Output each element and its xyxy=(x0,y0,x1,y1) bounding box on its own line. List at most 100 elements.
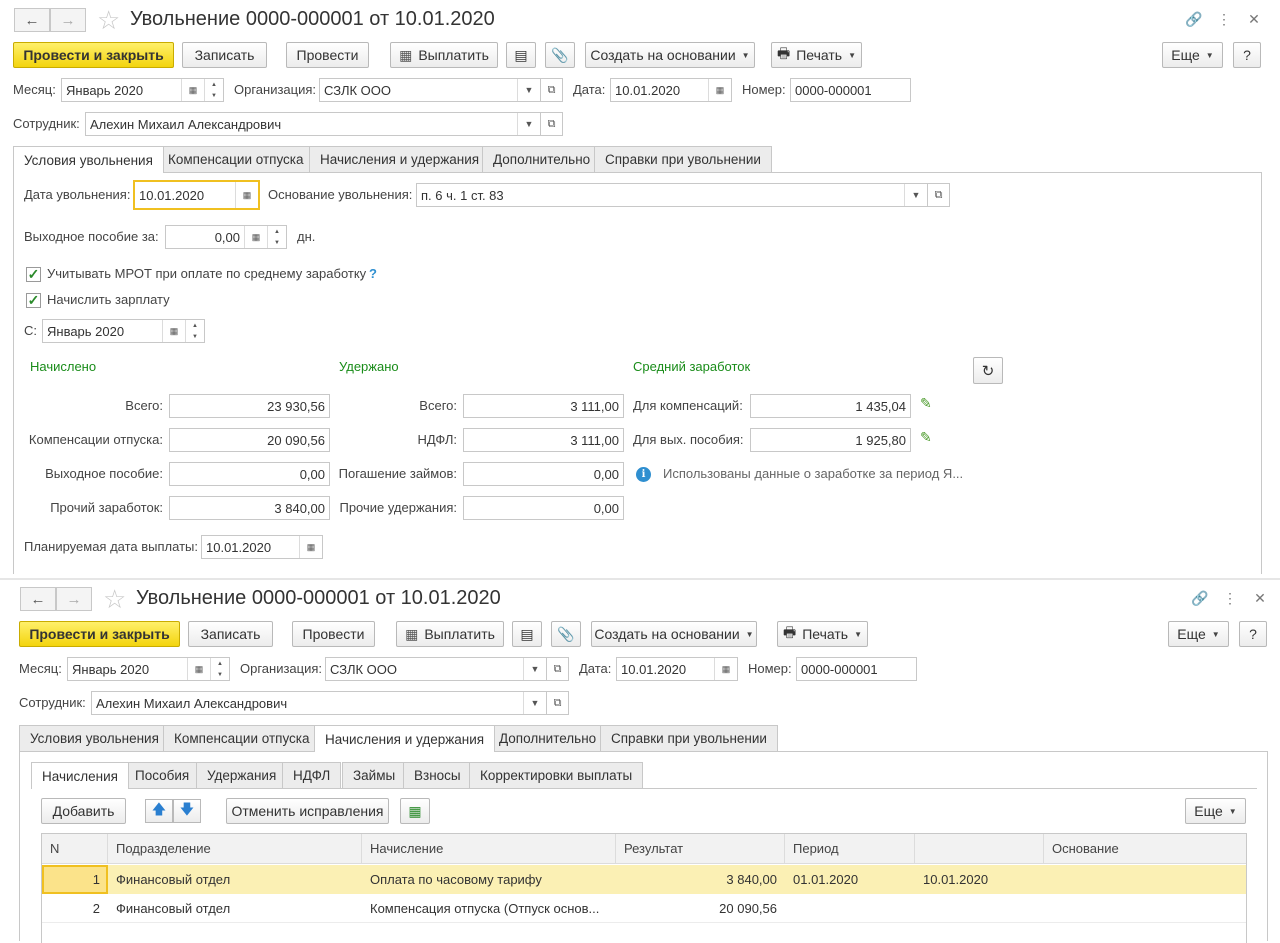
open-icon[interactable]: ⧉ xyxy=(541,78,563,102)
loans-field[interactable]: 0,00 xyxy=(463,462,624,486)
cell-n[interactable]: 1 xyxy=(42,865,108,894)
move-up-button[interactable]: 🡅 xyxy=(145,799,173,823)
month-stepper[interactable]: ▲ ▼ xyxy=(210,658,229,680)
withheld-total-field[interactable]: 3 111,00 xyxy=(463,394,624,418)
edit-pencil-icon[interactable]: ✎ xyxy=(920,395,932,412)
month-field[interactable]: Январь 2020 ▦ ▲ ▼ xyxy=(67,657,230,681)
cell-period[interactable] xyxy=(785,894,915,923)
cell-accrual[interactable]: Компенсация отпуска (Отпуск основ... xyxy=(362,894,616,923)
more-button[interactable]: Еще ▼ xyxy=(1168,621,1229,647)
org-field[interactable]: СЗЛК ООО ▼ xyxy=(319,78,541,102)
pay-button[interactable]: ▦ Выплатить xyxy=(390,42,498,68)
refresh-button[interactable]: ↻ xyxy=(973,357,1003,384)
post-button[interactable]: Провести xyxy=(292,621,375,647)
dropdown-icon[interactable]: ▼ xyxy=(517,79,540,101)
severance-days-field[interactable]: 0,00 ▦ ▲ ▼ xyxy=(165,225,287,249)
create-based-button[interactable]: Создать на основании ▼ xyxy=(591,621,757,647)
tab-additional[interactable]: Дополнительно xyxy=(482,146,602,172)
avg-sev-field[interactable]: 1 925,80 xyxy=(750,428,911,452)
table-row[interactable]: 1 Финансовый отдел Оплата по часовому та… xyxy=(42,865,1246,894)
vac-comp-field[interactable]: 20 090,56 xyxy=(169,428,330,452)
col-result[interactable]: Результат xyxy=(616,834,785,864)
print-button[interactable]: 🖶 Печать ▼ xyxy=(777,621,868,647)
cell-result[interactable]: 3 840,00 xyxy=(616,865,785,894)
employee-field[interactable]: Алехин Михаил Александрович ▼ xyxy=(91,691,547,715)
number-field[interactable]: 0000-000001 xyxy=(790,78,911,102)
link-icon[interactable]: 🔗 xyxy=(1190,588,1210,608)
col-n[interactable]: N xyxy=(42,834,108,864)
pay-button[interactable]: ▦ Выплатить xyxy=(396,621,504,647)
post-and-close-button[interactable]: Провести и закрыть xyxy=(13,42,174,68)
cell-department[interactable]: Финансовый отдел xyxy=(108,865,362,894)
ndfl-field[interactable]: 3 111,00 xyxy=(463,428,624,452)
col-period[interactable]: Период xyxy=(785,834,915,864)
create-based-button[interactable]: Создать на основании ▼ xyxy=(585,42,755,68)
cancel-corrections-button[interactable]: Отменить исправления xyxy=(226,798,389,824)
calendar-icon[interactable]: ▦ xyxy=(162,320,185,342)
cell-period-end[interactable] xyxy=(915,894,1044,923)
subtab-accruals[interactable]: Начисления xyxy=(31,762,129,789)
save-button[interactable]: Записать xyxy=(182,42,267,68)
table-row[interactable]: 2 Финансовый отдел Компенсация отпуска (… xyxy=(42,894,1246,923)
edit-pencil-icon[interactable]: ✎ xyxy=(920,429,932,446)
calendar-icon[interactable]: ▦ xyxy=(181,79,204,101)
col-accrual[interactable]: Начисление xyxy=(362,834,616,864)
back-button[interactable]: ← xyxy=(14,8,50,32)
tab-conditions[interactable]: Условия увольнения xyxy=(13,146,164,173)
from-month-field[interactable]: Январь 2020 ▦ ▲ ▼ xyxy=(42,319,205,343)
calendar-icon[interactable]: ▦ xyxy=(235,182,258,208)
calculator-icon[interactable]: ▦ xyxy=(244,226,267,248)
post-button[interactable]: Провести xyxy=(286,42,369,68)
subtab-contributions[interactable]: Взносы xyxy=(403,762,472,788)
dropdown-icon[interactable]: ▼ xyxy=(517,113,540,135)
tab-additional[interactable]: Дополнительно xyxy=(488,725,608,751)
month-stepper[interactable]: ▲ ▼ xyxy=(204,79,223,101)
open-icon[interactable]: ⧉ xyxy=(541,112,563,136)
avg-comp-field[interactable]: 1 435,04 xyxy=(750,394,911,418)
avg-info-link[interactable]: Использованы данные о заработке за перио… xyxy=(663,462,963,486)
help-button[interactable]: ? xyxy=(1239,621,1267,647)
cell-basis[interactable] xyxy=(1044,894,1246,923)
calendar-icon[interactable]: ▦ xyxy=(187,658,210,680)
close-icon[interactable]: ✕ xyxy=(1250,588,1270,608)
forward-button[interactable]: → xyxy=(50,8,86,32)
tab-certificates[interactable]: Справки при увольнении xyxy=(594,146,772,172)
tab-accruals-deductions[interactable]: Начисления и удержания xyxy=(309,146,491,172)
dropdown-icon[interactable]: ▼ xyxy=(523,692,546,714)
ledger-button[interactable]: ▤ xyxy=(512,621,542,647)
number-field[interactable]: 0000-000001 xyxy=(796,657,917,681)
severance-pay-field[interactable]: 0,00 xyxy=(169,462,330,486)
employee-field[interactable]: Алехин Михаил Александрович ▼ xyxy=(85,112,541,136)
cell-department[interactable]: Финансовый отдел xyxy=(108,894,362,923)
tab-certificates[interactable]: Справки при увольнении xyxy=(600,725,778,751)
accrued-total-field[interactable]: 23 930,56 xyxy=(169,394,330,418)
ledger-button[interactable]: ▤ xyxy=(506,42,536,68)
print-button[interactable]: 🖶 Печать ▼ xyxy=(771,42,862,68)
add-button[interactable]: Добавить xyxy=(41,798,126,824)
subtab-loans[interactable]: Займы xyxy=(342,762,407,788)
severance-stepper[interactable]: ▲ ▼ xyxy=(267,226,286,248)
dropdown-icon[interactable]: ▼ xyxy=(904,184,927,206)
accrue-salary-checkbox[interactable]: ✓ xyxy=(26,293,41,308)
cell-basis[interactable] xyxy=(1044,865,1246,894)
close-icon[interactable]: ✕ xyxy=(1244,9,1264,29)
cell-n[interactable]: 2 xyxy=(42,894,108,923)
calendar-icon[interactable]: ▦ xyxy=(299,536,322,558)
more-vertical-icon[interactable]: ⋮ xyxy=(1220,588,1240,608)
dropdown-icon[interactable]: ▼ xyxy=(523,658,546,680)
col-period-end[interactable] xyxy=(915,834,1044,864)
open-icon[interactable]: ⧉ xyxy=(928,183,950,207)
attach-button[interactable]: 📎 xyxy=(545,42,575,68)
tab-vacation-compensation[interactable]: Компенсации отпуска xyxy=(163,725,321,751)
calendar-icon[interactable]: ▦ xyxy=(714,658,737,680)
cell-accrual[interactable]: Оплата по часовому тарифу xyxy=(362,865,616,894)
more-vertical-icon[interactable]: ⋮ xyxy=(1214,9,1234,29)
dismissal-date-field[interactable]: 10.01.2020 ▦ xyxy=(133,180,260,210)
table-settings-button[interactable]: ▦ xyxy=(400,798,430,824)
more-button[interactable]: Еще ▼ xyxy=(1162,42,1223,68)
link-icon[interactable]: 🔗 xyxy=(1184,9,1204,29)
open-icon[interactable]: ⧉ xyxy=(547,657,569,681)
grid-more-button[interactable]: Еще ▼ xyxy=(1185,798,1246,824)
cell-period-end[interactable]: 10.01.2020 xyxy=(915,865,1044,894)
tab-vacation-compensation[interactable]: Компенсации отпуска xyxy=(157,146,315,172)
